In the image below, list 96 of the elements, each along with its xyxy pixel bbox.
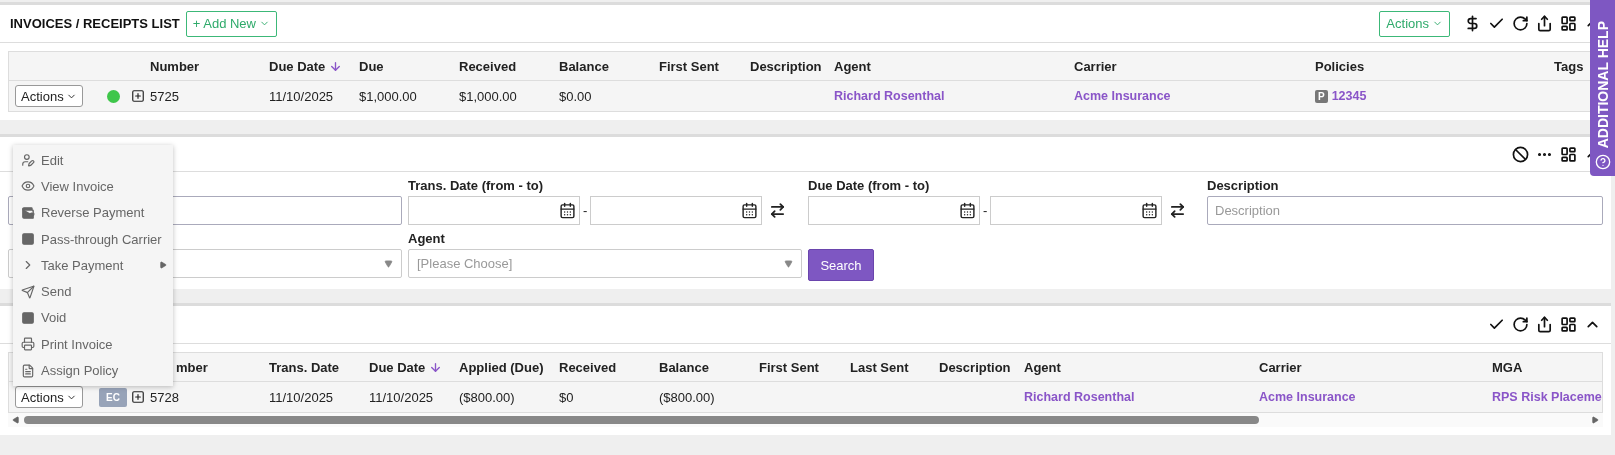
- table-cell: $0.00: [559, 88, 592, 104]
- edit-icon: [21, 153, 35, 168]
- date-field[interactable]: [808, 196, 980, 225]
- range-separator: -: [983, 203, 988, 218]
- panel-title: INVOICES / RECEIPTS LIST: [10, 16, 180, 31]
- policy-link[interactable]: 12345: [1331, 89, 1367, 103]
- menu-item[interactable]: Send: [13, 278, 173, 305]
- table-cell: $1,000.00: [459, 88, 517, 104]
- scrollbar-thumb[interactable]: [24, 416, 1259, 424]
- swap-icon[interactable]: [769, 202, 787, 219]
- column-header[interactable]: Balance: [659, 359, 709, 375]
- column-header[interactable]: Agent: [834, 58, 871, 74]
- menu-item[interactable]: Assign Policy: [13, 357, 173, 384]
- table-link[interactable]: RPS Risk Placeme: [1492, 390, 1602, 404]
- column-header[interactable]: First Sent: [659, 58, 719, 74]
- column-header[interactable]: Balance: [559, 58, 609, 74]
- column-header[interactable]: Policies: [1315, 58, 1365, 74]
- menu-item[interactable]: Void: [13, 304, 173, 332]
- calendar-icon: [741, 202, 759, 219]
- scroll-right-icon[interactable]: [1591, 416, 1599, 424]
- search-button[interactable]: Search: [808, 249, 874, 281]
- expand-row-icon[interactable]: [131, 89, 145, 103]
- date-field[interactable]: [990, 196, 1163, 225]
- menu-item[interactable]: Edit: [13, 147, 173, 174]
- square-icon: [21, 232, 35, 247]
- menu-item[interactable]: View Invoice: [13, 173, 173, 200]
- help-icon: [1594, 154, 1611, 170]
- column-header[interactable]: Due Date: [269, 58, 326, 74]
- table-link[interactable]: Richard Rosenthal: [834, 89, 945, 103]
- layout-icon[interactable]: [1560, 15, 1577, 32]
- table-cell: 5728: [150, 389, 179, 405]
- additional-help-tab[interactable]: ADDITIONAL HELP: [1590, 0, 1615, 176]
- column-header[interactable]: Number: [150, 58, 200, 74]
- status-badge: EC: [99, 387, 127, 407]
- table-cell: 11/10/2025: [269, 88, 334, 104]
- table-cell: ($800.00): [659, 389, 715, 405]
- policy-badge: P: [1315, 89, 1328, 103]
- ban-icon[interactable]: [1512, 145, 1529, 163]
- print-icon: [21, 337, 35, 352]
- table-cell: $1,000.00: [359, 88, 417, 104]
- dropdown-arrow-icon: [784, 259, 793, 268]
- column-header[interactable]: Due: [359, 58, 384, 74]
- table-cell: 11/10/2025: [369, 389, 434, 405]
- column-header[interactable]: Tags: [1554, 58, 1584, 74]
- column-header[interactable]: First Sent: [759, 359, 819, 375]
- column-header[interactable]: Carrier: [1074, 58, 1117, 74]
- share-icon[interactable]: [1536, 15, 1553, 32]
- table-cell: 11/10/2025: [269, 389, 334, 405]
- dollar-icon[interactable]: [1464, 15, 1481, 32]
- column-header[interactable]: Trans. Date: [269, 359, 340, 375]
- table-link[interactable]: Acme Insurance: [1074, 89, 1171, 103]
- field-label: Agent: [408, 231, 446, 247]
- calendar-icon: [959, 202, 976, 219]
- document-icon: [21, 363, 35, 378]
- share-icon[interactable]: [1536, 316, 1553, 333]
- table-link[interactable]: Richard Rosenthal: [1024, 390, 1135, 404]
- layout-icon[interactable]: [1560, 316, 1577, 333]
- menu-item[interactable]: Pass-through Carrier: [13, 225, 173, 253]
- column-header[interactable]: Carrier: [1259, 359, 1302, 375]
- text-field[interactable]: Description: [1207, 196, 1603, 225]
- column-header[interactable]: Last Sent: [850, 359, 909, 375]
- menu-item[interactable]: Print Invoice: [13, 331, 173, 358]
- table-cell: $0: [559, 389, 574, 405]
- calendar-icon: [559, 202, 576, 219]
- column-header[interactable]: Due Date: [369, 359, 426, 375]
- table-link[interactable]: Acme Insurance: [1259, 390, 1356, 404]
- refresh-icon[interactable]: [1512, 316, 1529, 333]
- column-header[interactable]: Received: [559, 359, 617, 375]
- actions-dropdown[interactable]: Actions: [15, 85, 83, 107]
- date-field[interactable]: [590, 196, 763, 225]
- swap-icon[interactable]: [1169, 202, 1187, 219]
- refresh-icon[interactable]: [1512, 15, 1529, 32]
- actions-dropdown[interactable]: Actions: [15, 386, 83, 408]
- send-icon: [21, 284, 35, 299]
- column-header[interactable]: Agent: [1024, 359, 1061, 375]
- dropdown-arrow-icon: [384, 259, 393, 268]
- expand-row-icon[interactable]: [131, 390, 145, 404]
- menu-item[interactable]: Take Payment: [13, 252, 173, 279]
- column-header[interactable]: MGA: [1492, 359, 1523, 375]
- column-header[interactable]: Applied (Due): [459, 359, 544, 375]
- table-cell: 5725: [150, 88, 179, 104]
- range-separator: -: [583, 203, 588, 218]
- calendar-icon: [1141, 202, 1159, 219]
- scroll-left-icon[interactable]: [12, 416, 20, 424]
- field-label: Description: [1207, 178, 1280, 194]
- horizontal-scrollbar[interactable]: [8, 413, 1603, 427]
- table-cell: ($800.00): [459, 389, 515, 405]
- column-header[interactable]: Description: [939, 359, 1011, 375]
- column-header[interactable]: Description: [750, 58, 822, 74]
- date-field[interactable]: [408, 196, 580, 225]
- field-label: Trans. Date (from - to): [408, 178, 545, 194]
- column-header[interactable]: Received: [459, 58, 517, 74]
- eye-icon: [21, 179, 35, 194]
- menu-item[interactable]: Reverse Payment: [13, 199, 173, 226]
- field-label: Due Date (from - to): [808, 178, 931, 194]
- layout-icon[interactable]: [1560, 145, 1577, 163]
